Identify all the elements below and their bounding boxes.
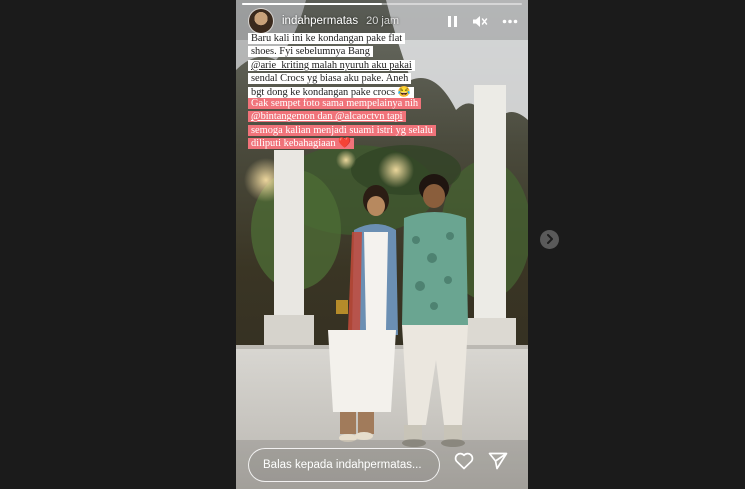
caption-line: shoes. Fyi sebelumnya Bang [248,46,373,58]
reply-placeholder: Balas kepada indahpermatas... [263,459,422,471]
caption-line: semoga kalian menjadi suami istri yg sel… [248,124,436,136]
caption-line-mention[interactable]: @arie_kriting malah nyuruh aku pakai [248,59,415,71]
caption-line: diliputi kebahagiaan ❤️ [248,138,355,150]
mute-icon[interactable] [472,15,488,28]
username[interactable]: indahpermatas [282,15,358,27]
caption-line: Gak sempet foto sama mempelainya nih [248,98,422,109]
caption-line: Baru kali ini ke kondangan pake flat [248,33,406,44]
story-progress-bar [242,3,522,5]
caption-top: Baru kali ini ke kondangan pake flat sho… [248,32,424,99]
reply-input[interactable]: Balas kepada indahpermatas... [248,448,440,482]
send-icon[interactable] [488,452,508,470]
story-actions [454,452,508,470]
more-icon[interactable] [502,19,518,24]
story-header: indahpermatas 20 jam [248,8,518,34]
pause-icon[interactable] [447,15,458,28]
story-frame[interactable]: indahpermatas 20 jam Baru kali ini ke ko… [236,0,528,489]
story-progress-fill [242,3,382,5]
avatar[interactable] [248,8,274,34]
post-time: 20 jam [366,15,400,27]
story-controls [447,15,518,28]
chevron-right-icon [546,231,554,249]
caption-bottom: Gak sempet foto sama mempelainya nih @bi… [248,97,462,151]
caption-line: sendal Crocs yg biasa aku pake. Aneh [248,73,412,85]
viewer-backdrop: indahpermatas 20 jam Baru kali ini ke ko… [0,0,745,489]
caption-line-mention[interactable]: @bintangemon dan @alcaoctvn tapi [248,111,406,123]
next-story-button[interactable] [540,230,559,249]
heart-icon[interactable] [454,452,474,470]
caption-line: bgt dong ke kondangan pake crocs 😂 [248,86,414,98]
